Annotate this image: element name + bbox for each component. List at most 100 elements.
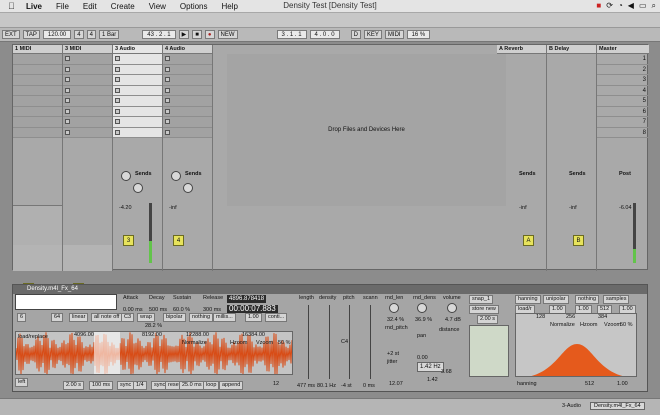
volume-readout[interactable]: -4.20: [119, 205, 132, 211]
vzoom-label[interactable]: Vzoom: [256, 340, 273, 346]
scene-launch[interactable]: 1: [597, 54, 649, 65]
tempo-field[interactable]: 120.00: [42, 30, 72, 39]
conti-select[interactable]: conti...: [265, 313, 288, 322]
clip-slot[interactable]: [113, 86, 162, 96]
clip-slot[interactable]: [163, 54, 212, 65]
battery-icon[interactable]: ▭: [639, 1, 647, 11]
scene-launch[interactable]: 3: [597, 75, 649, 86]
interval-field[interactable]: 100 ms: [89, 381, 114, 390]
length-slider[interactable]: [308, 305, 309, 379]
rnd-len-knob[interactable]: [389, 303, 399, 313]
volume-knob[interactable]: [447, 303, 457, 313]
post-label[interactable]: Post: [619, 171, 631, 177]
normalize-label[interactable]: Normalize: [182, 340, 207, 346]
search-icon[interactable]: ⌕: [652, 1, 656, 11]
clip-slot[interactable]: [113, 96, 162, 107]
track-title[interactable]: 3 MIDI: [63, 45, 112, 54]
density-slider[interactable]: [329, 305, 330, 379]
clip-slot[interactable]: [13, 128, 62, 138]
send-b-knob[interactable]: [133, 183, 143, 193]
millis-select[interactable]: millis...: [213, 313, 236, 322]
scann-slider[interactable]: [370, 305, 371, 379]
volume-value[interactable]: 4.7 dB: [445, 317, 461, 323]
return-activator[interactable]: A: [523, 235, 534, 246]
tap-button[interactable]: TAP: [22, 30, 40, 39]
status-track[interactable]: 3-Audio: [562, 403, 581, 409]
grain-time-field[interactable]: 2.00 s: [63, 381, 84, 390]
velocity-field[interactable]: 64: [51, 313, 64, 322]
clip-slot[interactable]: [113, 65, 162, 75]
scene-launch[interactable]: 4: [597, 86, 649, 96]
clip-slot[interactable]: [13, 117, 62, 128]
clip-slot[interactable]: [63, 128, 112, 138]
mod-select[interactable]: nothing: [575, 295, 600, 304]
volume-icon[interactable]: ◀: [628, 1, 634, 11]
freq-field[interactable]: 1.42 Hz: [417, 362, 444, 372]
device-title[interactable]: Density.m4l_Fx_64: [13, 285, 647, 294]
window-select[interactable]: hanning: [515, 295, 541, 304]
midi-in-field[interactable]: 6: [17, 313, 27, 322]
pan-value[interactable]: 0.00: [417, 355, 428, 361]
hzoom-label[interactable]: Hzoom: [230, 340, 247, 346]
division-select[interactable]: 1/4: [133, 381, 147, 390]
track-activator[interactable]: 4: [173, 235, 184, 246]
track-title[interactable]: 1 MIDI: [13, 45, 62, 54]
position-field[interactable]: 43 . 2 . 1: [142, 30, 176, 39]
rnd-dens-value[interactable]: 36.9 %: [415, 317, 432, 323]
ext-button[interactable]: EXT: [2, 30, 20, 39]
send-b-knob[interactable]: [183, 183, 193, 193]
rnd-dens-knob[interactable]: [417, 303, 427, 313]
unit-select[interactable]: samples: [603, 295, 630, 304]
record-icon[interactable]: ■: [596, 1, 601, 11]
clip-slot[interactable]: [13, 107, 62, 117]
clip-slot[interactable]: [63, 107, 112, 117]
return-title[interactable]: A Reverb: [497, 45, 546, 54]
draw-button[interactable]: D: [350, 30, 361, 39]
clip-slot[interactable]: [113, 75, 162, 86]
volume-readout[interactable]: -inf: [519, 205, 527, 211]
return-activator[interactable]: B: [573, 235, 584, 246]
sync-icon[interactable]: ⟳: [606, 1, 613, 11]
clip-slot[interactable]: [113, 117, 162, 128]
scene-launch[interactable]: 8: [597, 128, 649, 138]
nothing-select[interactable]: nothing: [189, 313, 214, 322]
loop-start-field[interactable]: 3 . 1 . 1: [276, 30, 307, 39]
scann-value[interactable]: 0 ms: [363, 383, 375, 389]
scene-launch[interactable]: 5: [597, 96, 649, 107]
sig-num[interactable]: 4: [74, 30, 84, 39]
clip-slot[interactable]: [13, 96, 62, 107]
volume-readout[interactable]: -inf: [569, 205, 577, 211]
density-value[interactable]: 80.1 Hz: [317, 383, 336, 389]
clip-slot[interactable]: [163, 65, 212, 75]
snapshot-select[interactable]: snap_1: [469, 295, 494, 304]
piano-keyboard[interactable]: [15, 294, 117, 310]
c3-field[interactable]: C3: [121, 313, 135, 322]
win-hzoom[interactable]: Hzoom: [580, 322, 597, 328]
sync-button[interactable]: sync: [117, 381, 135, 390]
clip-slot[interactable]: [113, 54, 162, 65]
send-a-knob[interactable]: [121, 171, 131, 181]
sig-den[interactable]: 4: [86, 30, 96, 39]
track-title[interactable]: 3 Audio: [113, 45, 162, 54]
morph-time-field[interactable]: 2.00 s: [477, 315, 498, 324]
store-new-button[interactable]: store new: [469, 305, 499, 314]
polarity-select[interactable]: unipolar: [543, 295, 569, 304]
clip-slot[interactable]: [13, 65, 62, 75]
ms-value[interactable]: 3.68: [441, 369, 452, 375]
clip-slot[interactable]: [163, 96, 212, 107]
record-button[interactable]: ●: [204, 30, 215, 39]
bipolar-select[interactable]: bipolar: [163, 313, 186, 322]
volume-readout[interactable]: -inf: [169, 205, 177, 211]
midi-button[interactable]: MIDI: [384, 30, 404, 39]
win-normalize[interactable]: Normalize: [550, 322, 575, 328]
play-button[interactable]: ▶: [178, 30, 190, 39]
scene-launch[interactable]: 7: [597, 117, 649, 128]
all-note-off-button[interactable]: all note off: [91, 313, 123, 322]
ratio-field[interactable]: 1.00: [245, 313, 262, 322]
clip-slot[interactable]: [163, 86, 212, 96]
track-activator[interactable]: 3: [123, 235, 134, 246]
rnd-len-value[interactable]: 32.4 %: [387, 317, 404, 323]
new-button[interactable]: NEW: [217, 30, 238, 39]
key-button[interactable]: KEY: [363, 30, 382, 39]
left-select[interactable]: left: [15, 378, 29, 387]
